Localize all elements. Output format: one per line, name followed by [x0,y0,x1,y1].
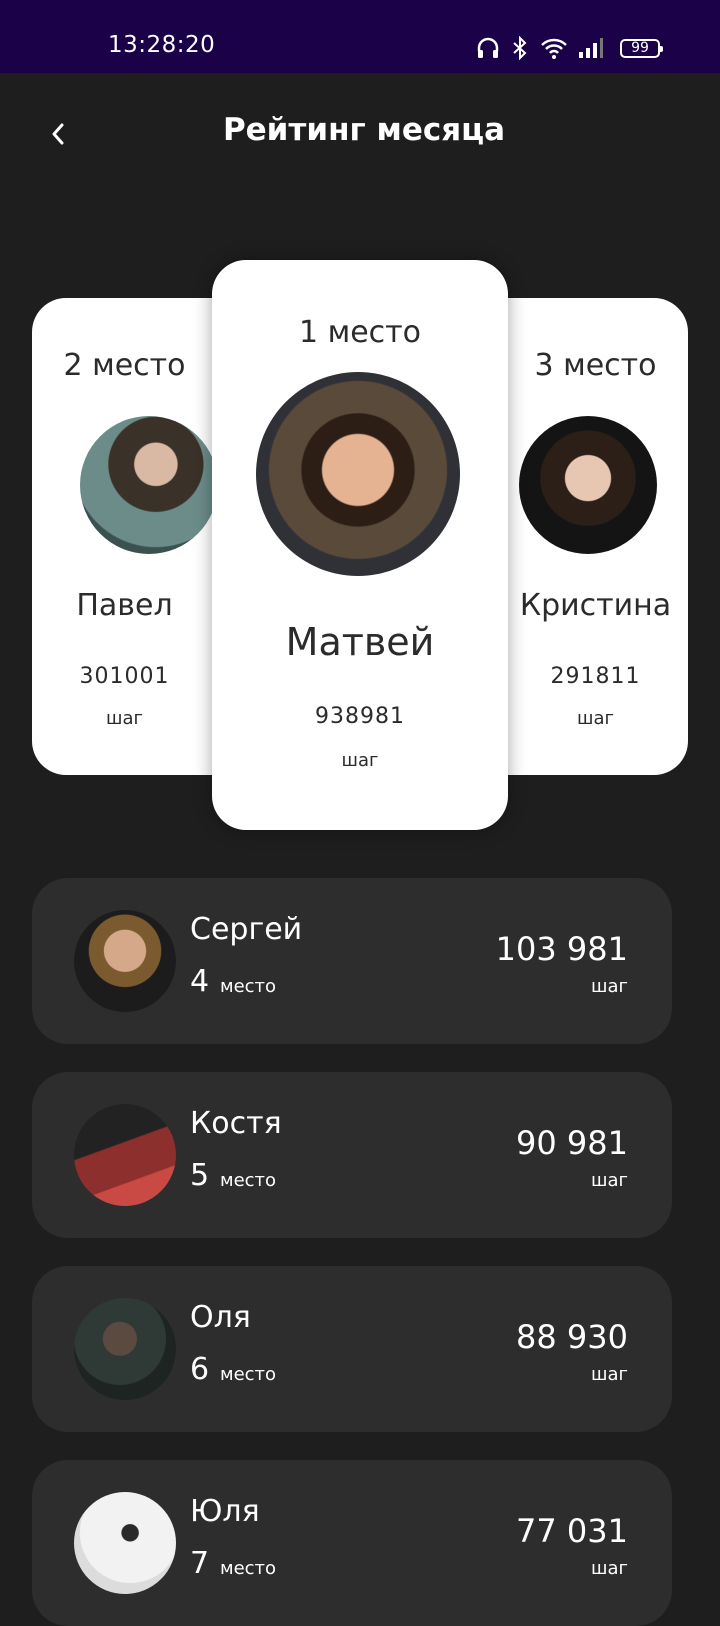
wifi-icon [540,37,568,59]
place-label: место [220,976,277,997]
podium-unit: шаг [341,750,379,771]
podium-steps: 301001 [79,664,170,689]
user-name: Оля [190,1300,251,1335]
signal-icon [578,38,604,58]
status-time: 13:28:20 [108,32,216,58]
user-name: Сергей [190,912,303,947]
podium-steps: 291811 [550,664,641,689]
page-title: Рейтинг месяца [222,112,506,148]
ranking-list-item[interactable]: Сергей 4 место 103 981 шаг [32,878,672,1044]
ranking-list-item[interactable]: Оля 6 место 88 930 шаг [32,1266,672,1432]
podium-steps: 938981 [315,704,405,729]
avatar [256,372,460,576]
avatar [74,1492,176,1594]
steps-value: 103 981 [495,930,628,968]
podium-unit: шаг [577,708,614,729]
place-number: 7 [190,1546,210,1581]
place-number: 5 [190,1158,210,1193]
steps-unit: шаг [591,1558,628,1579]
headphones-icon [476,37,500,59]
place-label: место [220,1170,277,1191]
steps-value: 90 981 [516,1124,628,1162]
steps-unit: шаг [591,1364,628,1385]
podium-place: 3 место [534,348,657,383]
podium-place: 1 место [298,315,422,350]
avatar [74,1104,176,1206]
podium-name: Павел [76,588,173,623]
bluetooth-icon [510,36,530,60]
place-number: 6 [190,1352,210,1387]
place-label: место [220,1558,277,1579]
podium-place: 2 место [63,348,186,383]
place-number: 4 [190,964,210,999]
podium-unit: шаг [106,708,143,729]
steps-value: 88 930 [516,1318,628,1356]
ranking-list-item[interactable]: Юля 7 место 77 031 шаг [32,1460,672,1626]
status-icons: 99 [476,34,663,62]
ranking-list-item[interactable]: Костя 5 место 90 981 шаг [32,1072,672,1238]
status-bar: 13:28:20 99 [0,0,720,73]
steps-value: 77 031 [516,1512,628,1550]
podium-card-first[interactable]: 1 место Матвей 938981 шаг [212,260,508,830]
podium-name: Матвей [285,620,435,664]
steps-unit: шаг [591,976,628,997]
user-name: Юля [190,1494,260,1529]
battery-icon: 99 [620,38,663,58]
avatar [74,910,176,1012]
place-label: место [220,1364,277,1385]
user-name: Костя [190,1106,282,1141]
avatar [519,416,657,554]
steps-unit: шаг [591,1170,628,1191]
podium-name: Кристина [519,588,672,623]
avatar [80,416,218,554]
avatar [74,1298,176,1400]
